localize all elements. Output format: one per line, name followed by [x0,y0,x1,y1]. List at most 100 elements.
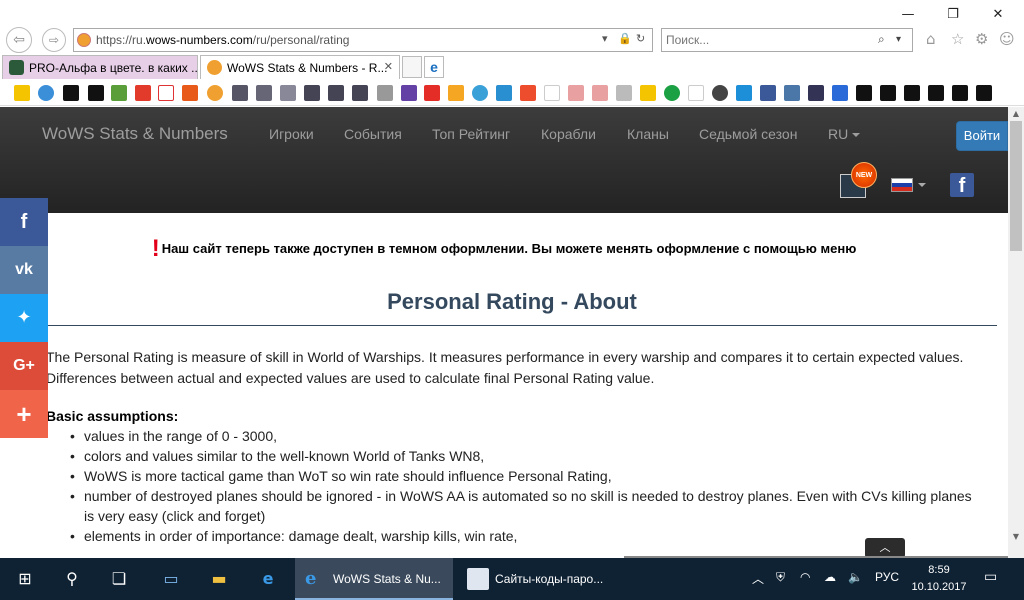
favorite-ship-icon[interactable] [377,85,393,101]
volume-icon[interactable]: 🔈 [848,570,863,584]
minimize-button[interactable]: — [885,4,931,26]
input-language[interactable]: РУС [875,570,899,584]
menu-players[interactable]: Игроки [269,126,314,142]
favorite-tank-icon[interactable] [328,85,344,101]
edge-icon[interactable]: e [257,568,279,590]
favorite-shield-icon[interactable] [256,85,272,101]
favorites-star-icon[interactable]: ☆ [951,30,964,48]
scroll-up-icon[interactable]: ▲ [1008,107,1024,121]
favorite-vk-icon[interactable] [784,85,800,101]
favorite-x-icon[interactable] [952,85,968,101]
wifi-icon[interactable]: ◠ [800,570,810,584]
favorite-a-icon[interactable] [158,85,174,101]
favorite-doc-icon[interactable] [280,85,296,101]
shield-icon[interactable]: ⛨ [776,570,785,585]
favorite-x-icon[interactable] [928,85,944,101]
favorite-blue-icon[interactable] [832,85,848,101]
share-facebook-button[interactable]: f [0,198,48,246]
favorite-x-icon[interactable] [88,85,104,101]
refresh-icon[interactable]: ↻ [636,32,645,45]
address-url[interactable]: https://ru.wows-numbers.com/ru/personal/… [96,33,349,47]
favorite-x-icon[interactable] [976,85,992,101]
lock-icon[interactable]: 🔒 [618,32,632,45]
share-twitter-button[interactable]: ✦ [0,294,48,342]
share-google-plus-button[interactable]: G+ [0,342,48,390]
favorite-x-icon[interactable] [880,85,896,101]
menu-ships[interactable]: Корабли [541,126,596,142]
chevron-up-icon[interactable]: ︿ [752,570,764,587]
scroll-down-icon[interactable]: ▼ [1008,530,1024,544]
dropdown-arrow-icon[interactable]: ▾ [602,32,608,45]
scroll-to-top-button[interactable]: ︿ [865,538,905,558]
favorite-tank-icon[interactable] [304,85,320,101]
scroll-thumb[interactable] [1010,121,1022,251]
facebook-icon[interactable]: f [950,173,974,197]
settings-gear-icon[interactable]: ⚙ [975,30,988,48]
back-button[interactable]: ⇦ [6,27,32,53]
favorite-dots-icon[interactable] [38,85,54,101]
address-bar[interactable]: https://ru.wows-numbers.com/ru/personal/… [73,28,653,52]
favorite-x-icon[interactable] [63,85,79,101]
menu-clans[interactable]: Кланы [627,126,669,142]
smiley-feedback-icon[interactable]: ☺ [999,30,1015,48]
favorite-cup-icon[interactable] [616,85,632,101]
share-vk-button[interactable]: vk [0,246,48,294]
task-view-icon[interactable]: ❏ [108,568,130,590]
notifications-icon[interactable]: ▭ [984,569,997,585]
ie-icon[interactable]: e [424,56,444,78]
favorite-wave-icon[interactable] [640,85,656,101]
favorite-pig-icon[interactable] [592,85,608,101]
favorite-m-icon[interactable] [135,85,151,101]
search-box[interactable]: ⌕ ▾ [661,28,913,52]
site-brand[interactable]: WoWS Stats & Numbers [42,124,228,144]
menu-seventh-season[interactable]: Седьмой сезон [699,126,797,142]
favorite-lf-icon[interactable] [182,85,198,101]
favorite-x-icon[interactable] [904,85,920,101]
tab-wows-numbers[interactable]: WoWS Stats & Numbers - R... ✕ [200,55,400,79]
favorite-pig-icon[interactable] [568,85,584,101]
favorite-mail-icon[interactable] [448,85,464,101]
favorite-de-icon[interactable] [808,85,824,101]
taskbar-ie-window[interactable]: e WoWS Stats & Nu... [295,558,453,600]
new-tab-button[interactable] [402,56,422,78]
favorite-star-icon[interactable] [14,85,30,101]
search-icon[interactable]: ⚲ [61,568,83,590]
favorite-ship-icon[interactable] [352,85,368,101]
favorite-shop-icon[interactable] [520,85,536,101]
favorite-screen-icon[interactable] [496,85,512,101]
favorite-sber-icon[interactable] [664,85,680,101]
share-more-button[interactable]: + [0,390,48,438]
favorite-drop-icon[interactable] [736,85,752,101]
favorite-twitch-icon[interactable] [401,85,417,101]
favorite-globe-icon[interactable] [111,85,127,101]
windows-start-icon[interactable]: ⊞ [14,568,36,590]
tab-pro-alpha[interactable]: PRO-Альфа в цвете. в каких ... [2,55,198,79]
file-explorer-icon[interactable]: ▬ [208,568,230,590]
maximize-button[interactable]: ❐ [930,4,976,26]
cloud-icon[interactable]: ☁ [824,570,836,584]
favorite-facebook-icon[interactable] [760,85,776,101]
home-icon[interactable]: ⌂ [926,30,936,48]
menu-events[interactable]: События [344,126,402,142]
favorite-bbc-icon[interactable] [712,85,728,101]
favorite-youtube-icon[interactable] [424,85,440,101]
favorite-x-icon[interactable] [856,85,872,101]
taskbar-word-window[interactable]: Сайты-коды-паро... [457,558,615,600]
search-input[interactable] [666,32,866,48]
search-icon[interactable]: ⌕ [878,32,885,47]
search-dropdown-icon[interactable]: ▾ [896,34,901,45]
favorite-shield-icon[interactable] [232,85,248,101]
login-button[interactable]: Войти [956,121,1008,151]
computer-icon[interactable]: ▭ [160,568,182,590]
close-window-button[interactable]: ✕ [975,4,1021,26]
favorite-wows-icon[interactable] [207,85,223,101]
menu-top-rating[interactable]: Топ Рейтинг [432,126,510,142]
page-scrollbar[interactable]: ▲ ▼ [1008,107,1024,558]
russian-flag-icon[interactable] [891,178,913,192]
chevron-down-icon[interactable] [918,183,926,187]
language-dropdown[interactable]: RU [828,126,861,142]
forward-button[interactable]: ⇨ [42,28,66,52]
close-tab-icon[interactable]: ✕ [384,60,393,73]
favorite-doc-icon[interactable] [688,85,704,101]
favorite-c-icon[interactable] [472,85,488,101]
